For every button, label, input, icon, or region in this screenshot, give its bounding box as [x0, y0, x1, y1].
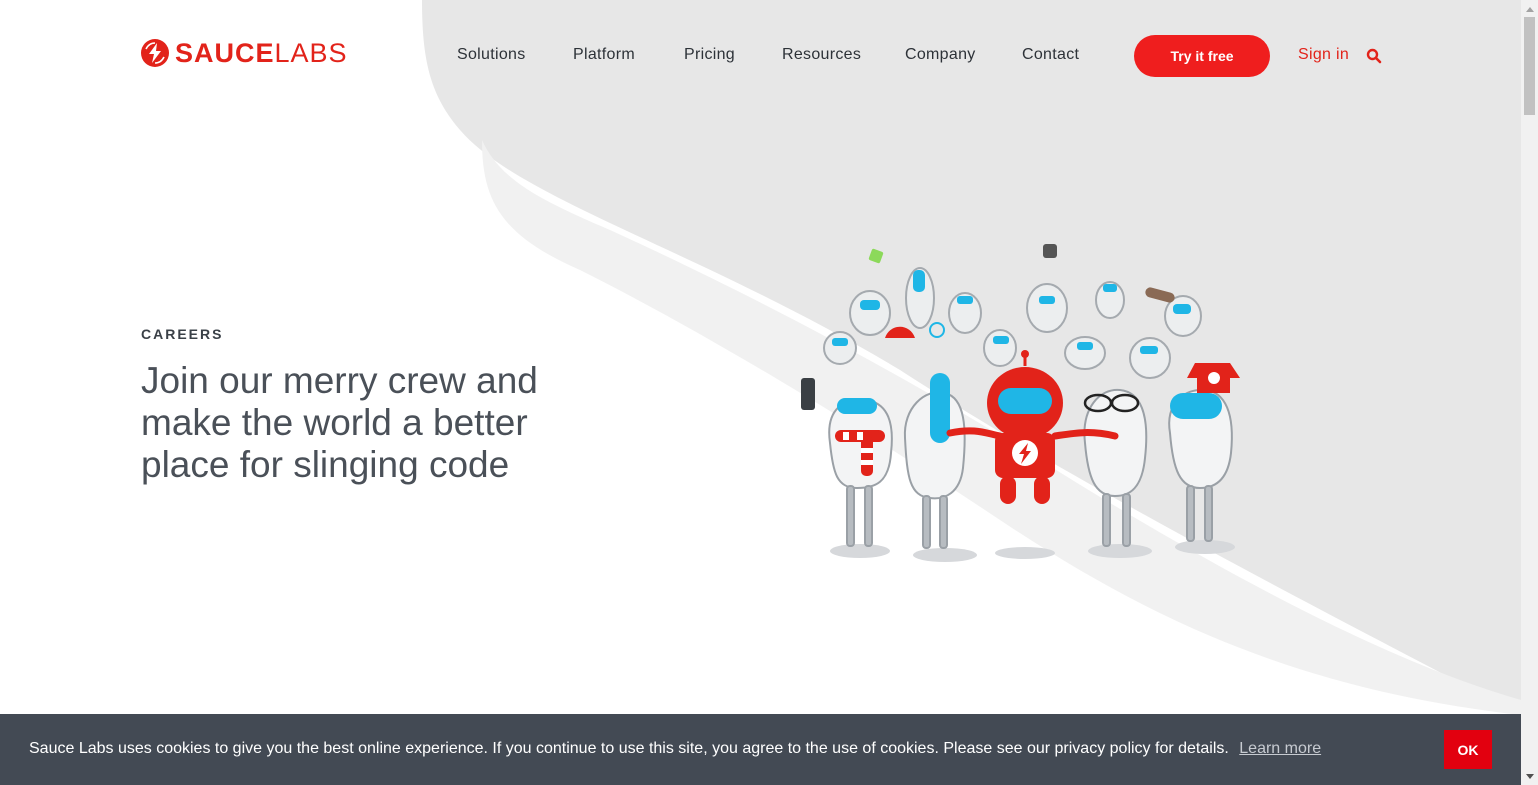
page-scrollbar[interactable]: [1521, 0, 1538, 785]
sign-in-link[interactable]: Sign in: [1298, 46, 1349, 64]
nav-item-platform[interactable]: Platform: [573, 46, 635, 64]
search-icon[interactable]: [1366, 48, 1382, 64]
nav-item-contact[interactable]: Contact: [1022, 46, 1079, 64]
logo-wordmark: SAUCELABS: [175, 38, 348, 68]
scrollbar-thumb[interactable]: [1524, 17, 1535, 115]
bolt-logo-icon: [141, 39, 169, 67]
nav-item-resources[interactable]: Resources: [782, 46, 861, 64]
nav-item-pricing[interactable]: Pricing: [684, 46, 735, 64]
learn-more-link[interactable]: Learn more: [1239, 740, 1321, 757]
cookie-message: Sauce Labs uses cookies to give you the …: [29, 740, 1321, 758]
cookie-text: Sauce Labs uses cookies to give you the …: [29, 740, 1229, 757]
nav-item-solutions[interactable]: Solutions: [457, 46, 526, 64]
saucelabs-logo[interactable]: SAUCELABS: [140, 38, 348, 68]
scroll-up-arrow-icon[interactable]: [1521, 0, 1538, 17]
hero-headline: Join our merry crew and make the world a…: [141, 360, 538, 485]
careers-eyebrow: CAREERS: [141, 326, 224, 342]
robot-crew-illustration: [801, 244, 1240, 562]
try-it-free-button[interactable]: Try it free: [1134, 35, 1270, 77]
nav-item-company[interactable]: Company: [905, 46, 976, 64]
hero-section: CAREERS Join our merry crew and make the…: [141, 326, 601, 486]
cookie-ok-button[interactable]: OK: [1444, 730, 1492, 769]
logo-word-labs: LABS: [274, 38, 348, 68]
logo-word-sauce: SAUCE: [175, 38, 275, 68]
scroll-down-arrow-icon[interactable]: [1521, 768, 1538, 785]
cookie-banner: Sauce Labs uses cookies to give you the …: [0, 714, 1521, 785]
site-header: SAUCELABS Solutions Platform Pricing Res…: [0, 0, 1520, 110]
